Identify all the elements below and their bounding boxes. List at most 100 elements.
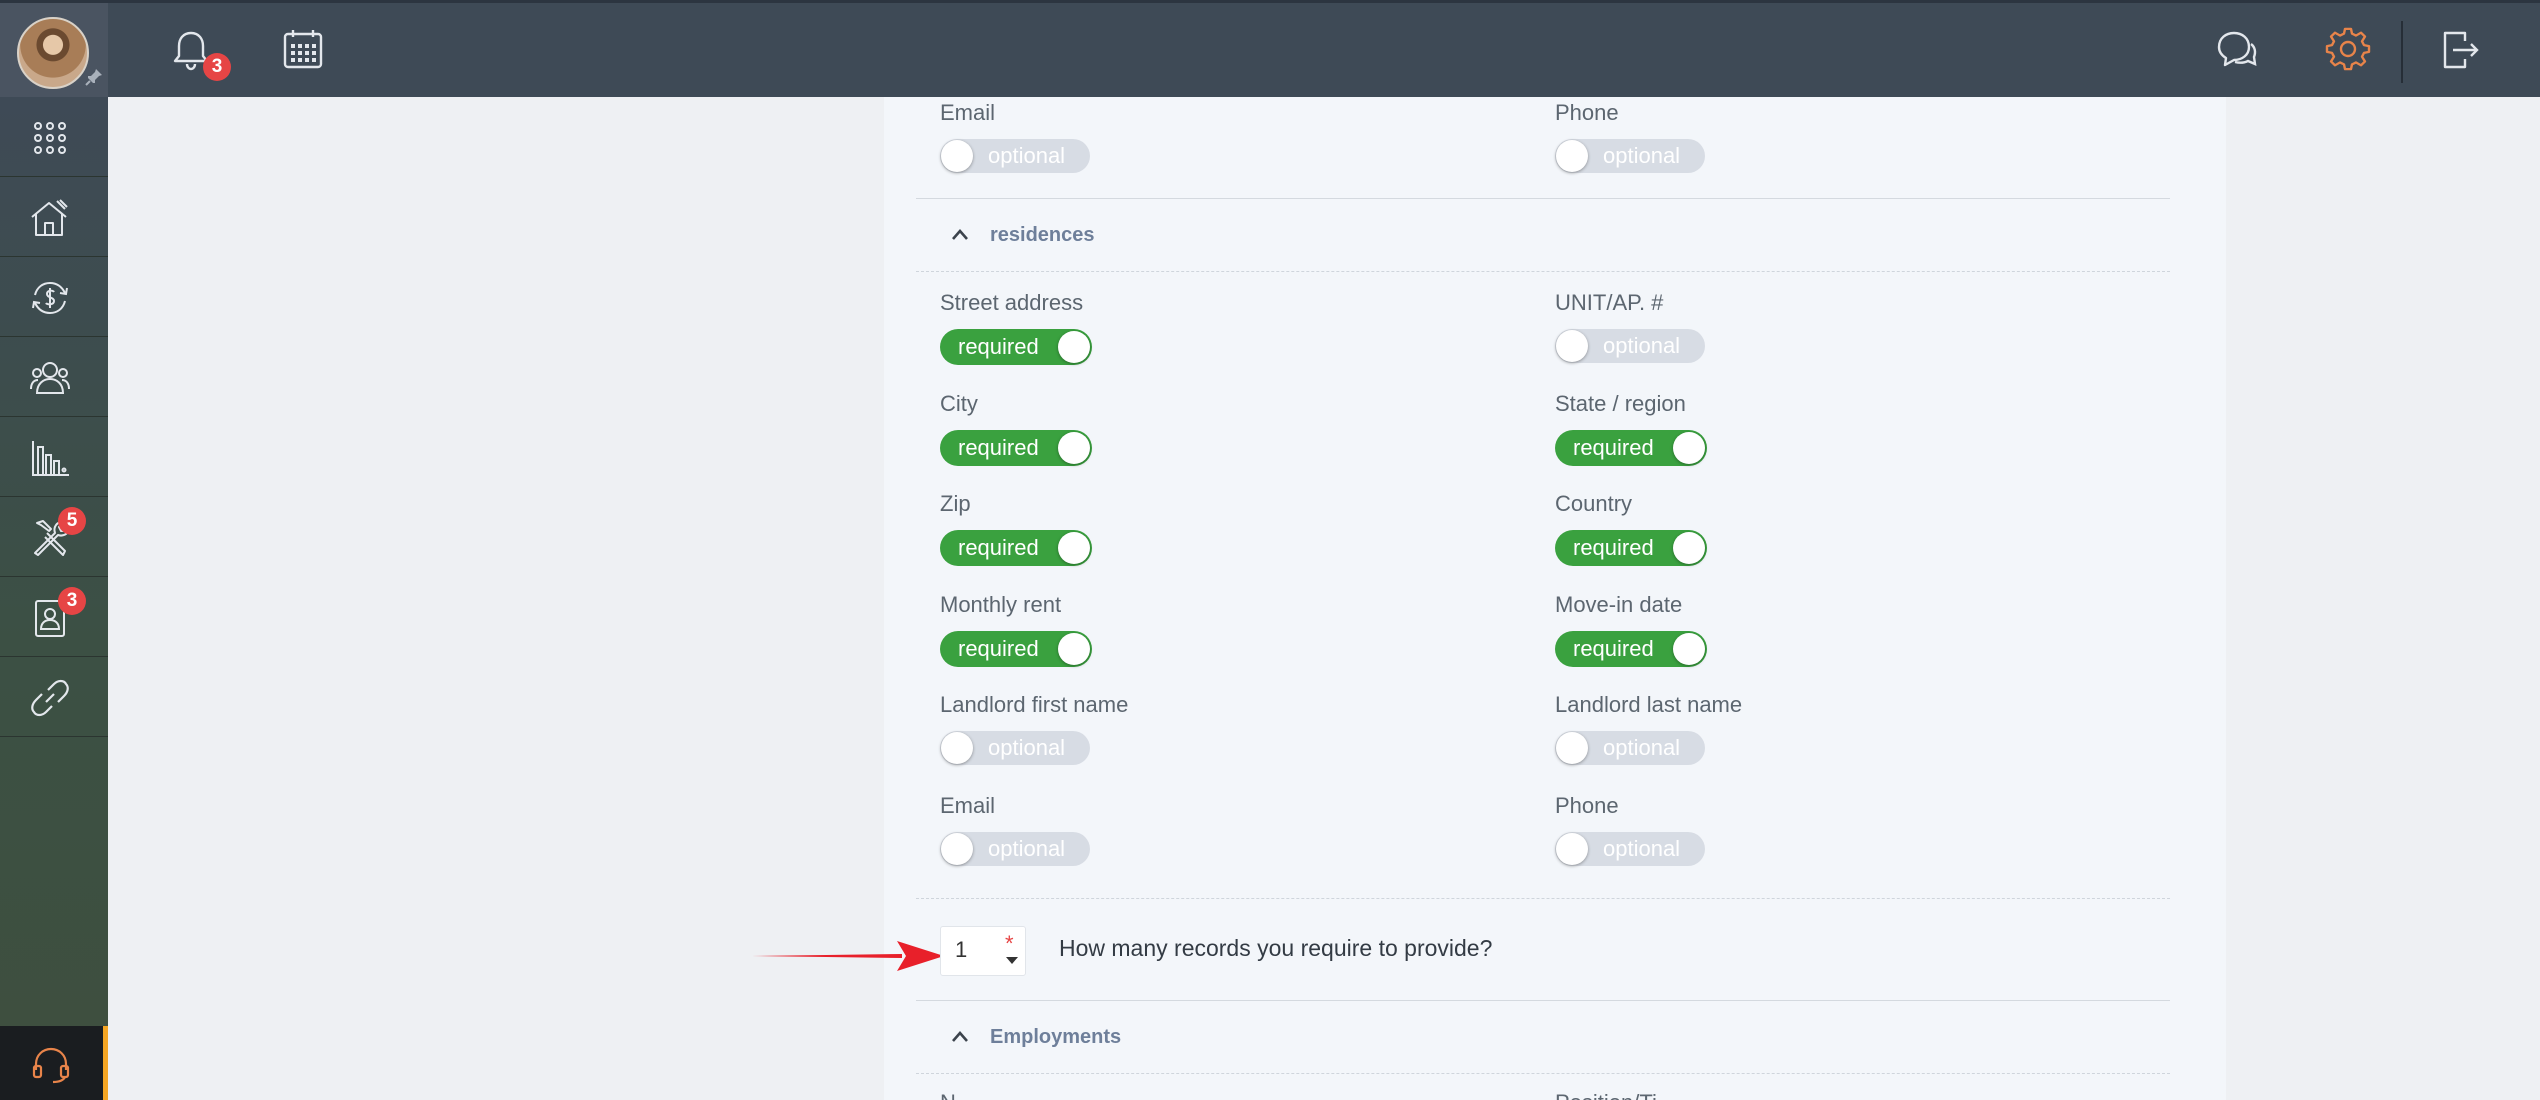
maintenance-badge: 5: [58, 507, 86, 535]
toggle-knob: [1556, 732, 1588, 764]
toggle-knob: [941, 732, 973, 764]
section-divider-dashed: [916, 898, 2170, 899]
toggle-knob: [1556, 140, 1588, 172]
field-label: State / region: [1555, 391, 1686, 416]
sidebar-item-links[interactable]: [0, 657, 108, 737]
chat-icon[interactable]: [2213, 27, 2259, 73]
applicant-email-toggle[interactable]: optional: [940, 139, 1090, 173]
section-divider-dashed: [916, 1073, 2170, 1074]
chevron-up-icon: [952, 229, 968, 240]
section-divider: [916, 1000, 2170, 1001]
field-label: Street address: [940, 290, 1084, 315]
move-in-date-toggle[interactable]: required: [1555, 631, 1707, 667]
monthly-rent-toggle[interactable]: required: [940, 631, 1092, 667]
toggle-knob: [941, 140, 973, 172]
city-field: City required: [940, 390, 1092, 466]
field-label: N: [940, 1090, 956, 1100]
caret-down-icon[interactable]: [1006, 957, 1018, 964]
toggle-label: required: [1573, 636, 1654, 661]
zip-toggle[interactable]: required: [940, 530, 1092, 566]
residence-email-field: Email optional: [940, 792, 1090, 866]
toggle-label: required: [1573, 535, 1654, 560]
landlord-last-name-toggle[interactable]: optional: [1555, 731, 1705, 765]
field-label: Zip: [940, 491, 971, 516]
calendar-icon[interactable]: [280, 27, 326, 73]
toggle-label: required: [958, 535, 1039, 560]
toggle-knob: [1556, 330, 1588, 362]
residence-phone-field: Phone optional: [1555, 792, 1705, 866]
sidebar-item-contacts[interactable]: [0, 337, 108, 417]
landlord-last-name-field: Landlord last name optional: [1555, 691, 1742, 765]
chevron-up-icon: [952, 1031, 968, 1042]
state-region-toggle[interactable]: required: [1555, 430, 1707, 466]
applicant-email-field: Email optional: [940, 99, 1090, 173]
field-label: Move-in date: [1555, 592, 1683, 617]
avatar[interactable]: [17, 17, 89, 89]
monthly-rent-field: Monthly rent required: [940, 591, 1092, 667]
toggle-label: optional: [1603, 735, 1681, 760]
money-cycle-icon: [32, 281, 68, 315]
state-region-field: State / region required: [1555, 390, 1707, 466]
toggle-label: required: [958, 435, 1039, 460]
city-toggle[interactable]: required: [940, 430, 1092, 466]
sidebar-item-accounting[interactable]: [0, 257, 108, 337]
logout-icon[interactable]: [2437, 27, 2483, 73]
landlord-first-name-toggle[interactable]: optional: [940, 731, 1090, 765]
toggle-label: optional: [1603, 143, 1681, 168]
records-count-stepper[interactable]: 1 *: [940, 926, 1026, 976]
toggle-label: required: [958, 636, 1039, 661]
residence-phone-toggle[interactable]: optional: [1555, 832, 1705, 866]
toggle-label: optional: [1603, 836, 1681, 861]
street-address-toggle[interactable]: required: [940, 329, 1092, 365]
sidebar-item-apps[interactable]: [0, 97, 108, 177]
field-label: Email: [940, 793, 996, 818]
section-divider-dashed: [916, 271, 2170, 272]
street-address-field: Street address required: [940, 289, 1092, 365]
toggle-knob: [1673, 633, 1705, 665]
link-icon: [31, 679, 69, 717]
toggle-knob: [1673, 532, 1705, 564]
sidebar-item-tenant-screening[interactable]: 3: [0, 577, 108, 657]
records-count-value: 1: [955, 937, 968, 962]
toggle-knob: [1058, 633, 1090, 665]
support-button[interactable]: [0, 1026, 108, 1100]
field-label: City: [940, 391, 978, 416]
pin-icon[interactable]: [84, 67, 104, 87]
sidebar-item-reports[interactable]: [0, 417, 108, 497]
field-label: Position/Ti: [1555, 1090, 1657, 1100]
reports-chart-icon: [32, 441, 69, 476]
residence-email-toggle[interactable]: optional: [940, 832, 1090, 866]
unit-toggle[interactable]: optional: [1555, 329, 1705, 363]
country-toggle[interactable]: required: [1555, 530, 1707, 566]
toggle-label: required: [958, 334, 1039, 359]
headset-icon: [32, 1047, 70, 1084]
section-title: residences: [990, 224, 1095, 246]
field-label: Email: [940, 100, 996, 125]
applicant-phone-toggle[interactable]: optional: [1555, 139, 1705, 173]
toggle-label: optional: [988, 836, 1066, 861]
sidebar-item-maintenance[interactable]: 5: [0, 497, 108, 577]
field-label: Landlord last name: [1555, 692, 1743, 717]
required-marker: *: [1005, 931, 1014, 956]
country-field: Country required: [1555, 490, 1707, 566]
move-in-date-field: Move-in date required: [1555, 591, 1707, 667]
zip-field: Zip required: [940, 490, 1092, 566]
toggle-knob: [1058, 532, 1090, 564]
toggle-knob: [1673, 432, 1705, 464]
unit-field: UNIT/AP. # optional: [1555, 289, 1705, 363]
sidebar-item-properties[interactable]: [0, 177, 108, 257]
annotation-arrow: [752, 941, 944, 971]
toggle-label: required: [1573, 435, 1654, 460]
field-label: Country: [1555, 491, 1633, 516]
toggle-knob: [1556, 833, 1588, 865]
field-label: UNIT/AP. #: [1555, 290, 1664, 315]
toggle-knob: [1058, 331, 1090, 363]
tenant-screening-badge: 3: [58, 587, 86, 615]
field-label: Phone: [1555, 793, 1619, 818]
toggle-label: optional: [1603, 333, 1681, 358]
applicant-phone-field: Phone optional: [1555, 99, 1705, 173]
gear-icon[interactable]: [2325, 27, 2371, 73]
user-avatar-area[interactable]: [0, 3, 108, 100]
contacts-icon: [30, 362, 70, 394]
apps-grid-icon: [34, 122, 66, 154]
